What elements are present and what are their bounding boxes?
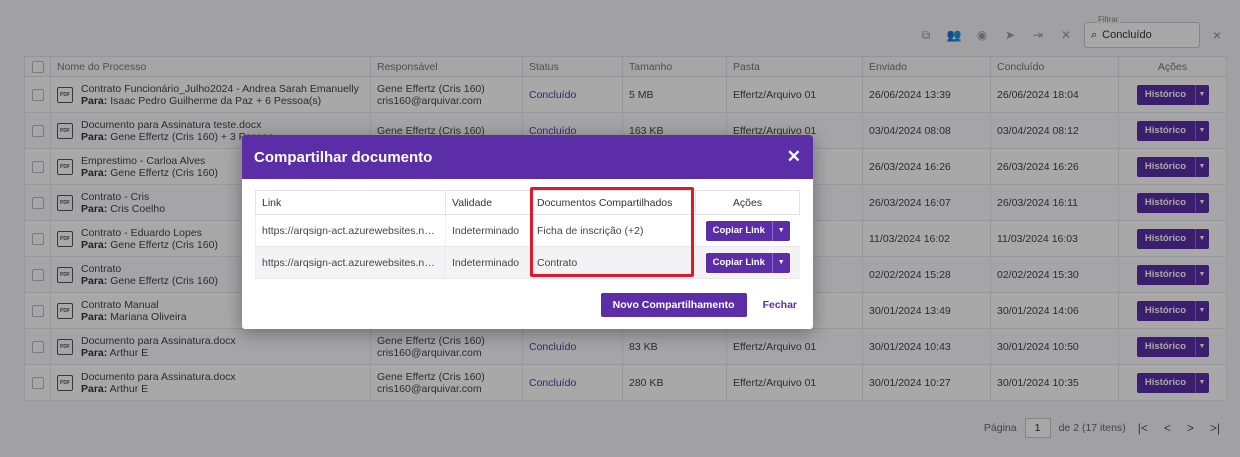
share-validity: Indeterminado bbox=[445, 214, 531, 247]
close-icon[interactable]: ✕ bbox=[787, 147, 801, 167]
share-docs: Contrato bbox=[530, 246, 696, 279]
share-actions: Copiar Link ▼ bbox=[695, 214, 800, 247]
modal-title: Compartilhar documento bbox=[254, 148, 433, 166]
modal-footer: Novo Compartilhamento Fechar bbox=[600, 293, 797, 317]
share-row: https://arqsign-act.azurewebsites.net/si… bbox=[255, 214, 800, 247]
share-link: https://arqsign-act.azurewebsites.net/si… bbox=[255, 214, 446, 247]
column-header: Link bbox=[255, 190, 446, 215]
chevron-down-icon[interactable]: ▼ bbox=[771, 220, 790, 241]
shares-header: Link Validade Documentos Compartilhados … bbox=[255, 190, 800, 215]
share-document-modal: Compartilhar documento ✕ Link Validade D… bbox=[242, 135, 813, 329]
shares-table: Link Validade Documentos Compartilhados … bbox=[255, 190, 800, 279]
column-header: Validade bbox=[445, 190, 531, 215]
column-header: Documentos Compartilhados bbox=[530, 190, 696, 215]
close-button[interactable]: Fechar bbox=[763, 299, 797, 311]
copy-link-split-button: Copiar Link ▼ bbox=[705, 220, 790, 241]
chevron-down-icon[interactable]: ▼ bbox=[771, 252, 790, 273]
copy-link-button[interactable]: Copiar Link bbox=[705, 252, 772, 273]
share-link: https://arqsign-act.azurewebsites.net/si… bbox=[255, 246, 446, 279]
modal-header: Compartilhar documento ✕ bbox=[242, 135, 813, 179]
share-actions: Copiar Link ▼ bbox=[695, 246, 800, 279]
share-row: https://arqsign-act.azurewebsites.net/si… bbox=[255, 246, 800, 279]
share-docs: Ficha de inscrição (+2) bbox=[530, 214, 696, 247]
column-header: Ações bbox=[695, 190, 800, 215]
new-share-button[interactable]: Novo Compartilhamento bbox=[600, 293, 747, 317]
share-validity: Indeterminado bbox=[445, 246, 531, 279]
copy-link-split-button: Copiar Link ▼ bbox=[705, 252, 790, 273]
copy-link-button[interactable]: Copiar Link bbox=[705, 220, 772, 241]
